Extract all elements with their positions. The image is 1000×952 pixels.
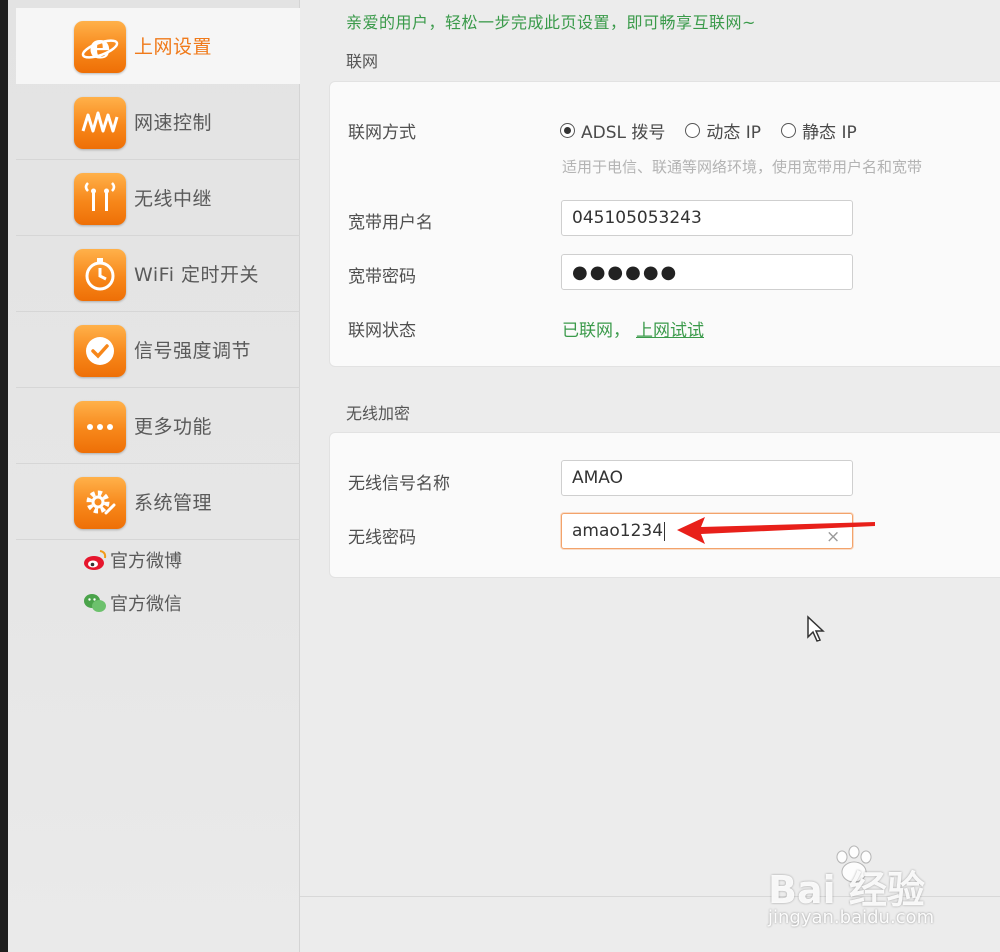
timer-icon <box>74 249 126 301</box>
sidebar-item-label: 信号强度调节 <box>134 340 252 362</box>
annotation-arrow-icon <box>677 517 875 544</box>
wireless-ssid-input[interactable] <box>561 460 853 496</box>
baidu-jingyan-watermark: Bai 经验 jingyan.baidu.com <box>768 845 948 935</box>
sidebar-item-system-management[interactable]: 系统管理 <box>16 464 300 540</box>
official-weibo-link[interactable]: 官方微博 <box>82 545 182 575</box>
ie-e-icon: e <box>74 21 126 73</box>
signal-check-icon <box>74 325 126 377</box>
wireless-password-value: amao1234 <box>572 521 664 541</box>
main-content: 亲爱的用户，轻松一步完成此页设置，即可畅享互联网~ 联网 联网方式 ADSL 拨… <box>300 0 1000 952</box>
weibo-label: 官方微博 <box>110 551 182 572</box>
radio-label: 静态 IP <box>802 123 857 143</box>
broadband-username-label: 宽带用户名 <box>348 213 433 233</box>
wechat-label: 官方微信 <box>110 594 182 615</box>
sidebar-item-label: 网速控制 <box>134 112 213 134</box>
gear-icon <box>74 477 126 529</box>
watermark-url: jingyan.baidu.com <box>768 907 935 928</box>
more-dots-icon <box>74 401 126 453</box>
sidebar-item-signal-strength[interactable]: 信号强度调节 <box>16 312 300 388</box>
wechat-icon <box>84 594 106 612</box>
sidebar-item-speed-control[interactable]: 网速控制 <box>16 84 300 160</box>
sidebar-item-more-features[interactable]: 更多功能 <box>16 388 300 464</box>
radio-adsl[interactable]: ADSL 拨号 <box>560 118 665 143</box>
connection-mode-group: ADSL 拨号 动态 IP 静态 IP <box>560 118 857 143</box>
broadband-username-input[interactable] <box>561 200 853 236</box>
broadband-password-input[interactable]: ●●●●●● <box>561 254 853 290</box>
watermark-brand: Bai 经验 <box>768 868 925 912</box>
greeting-text: 亲爱的用户，轻松一步完成此页设置，即可畅享互联网~ <box>346 13 756 32</box>
sidebar-item-wifi-timer[interactable]: WiFi 定时开关 <box>16 236 300 312</box>
wireless-ssid-label: 无线信号名称 <box>348 474 450 494</box>
sidebar-item-internet-settings[interactable]: e 上网设置 <box>16 8 300 84</box>
radio-dynamic-ip[interactable]: 动态 IP <box>685 118 761 143</box>
radio-unchecked-icon <box>781 123 797 138</box>
radio-label: 动态 IP <box>706 123 762 143</box>
broadband-password-label: 宽带密码 <box>348 267 416 287</box>
sidebar: e 上网设置 网速控制 无线中继 WiFi 定时开关 信号强度调节 更多功能 系… <box>8 0 300 952</box>
status-text: 已联网， <box>562 321 630 341</box>
wireless-section-title: 无线加密 <box>346 404 411 423</box>
wireless-settings-card: 无线信号名称 无线密码 amao1234 × <box>329 432 1000 578</box>
try-internet-link[interactable]: 上网试试 <box>636 321 704 341</box>
sidebar-item-wireless-relay[interactable]: 无线中继 <box>16 160 300 236</box>
connection-status-label: 联网状态 <box>348 321 416 341</box>
sidebar-item-label: 系统管理 <box>134 492 213 514</box>
radio-static-ip[interactable]: 静态 IP <box>781 118 857 143</box>
connection-status: 已联网， 上网试试 <box>562 316 704 341</box>
speed-wave-icon <box>74 97 126 149</box>
radio-label: ADSL 拨号 <box>581 123 666 143</box>
sidebar-item-label: WiFi 定时开关 <box>134 264 260 286</box>
sidebar-item-label: 无线中继 <box>134 188 213 210</box>
connection-mode-label: 联网方式 <box>348 123 416 143</box>
internet-settings-card: 联网方式 ADSL 拨号 动态 IP 静态 IP 适用于电信、联通等网络环境，使… <box>329 81 1000 367</box>
radio-checked-icon <box>560 123 575 138</box>
wireless-password-label: 无线密码 <box>348 528 416 548</box>
official-wechat-link[interactable]: 官方微信 <box>82 588 182 618</box>
connection-mode-hint: 适用于电信、联通等网络环境，使用宽带用户名和宽带 <box>562 158 923 176</box>
screen-bezel <box>0 0 8 952</box>
radio-unchecked-icon <box>685 123 701 138</box>
weibo-icon <box>84 550 107 570</box>
sidebar-item-label: 更多功能 <box>134 416 213 438</box>
sidebar-item-label: 上网设置 <box>134 36 213 58</box>
internet-section-title: 联网 <box>346 52 379 71</box>
wireless-relay-icon <box>74 173 126 225</box>
mouse-cursor-icon <box>807 615 825 642</box>
